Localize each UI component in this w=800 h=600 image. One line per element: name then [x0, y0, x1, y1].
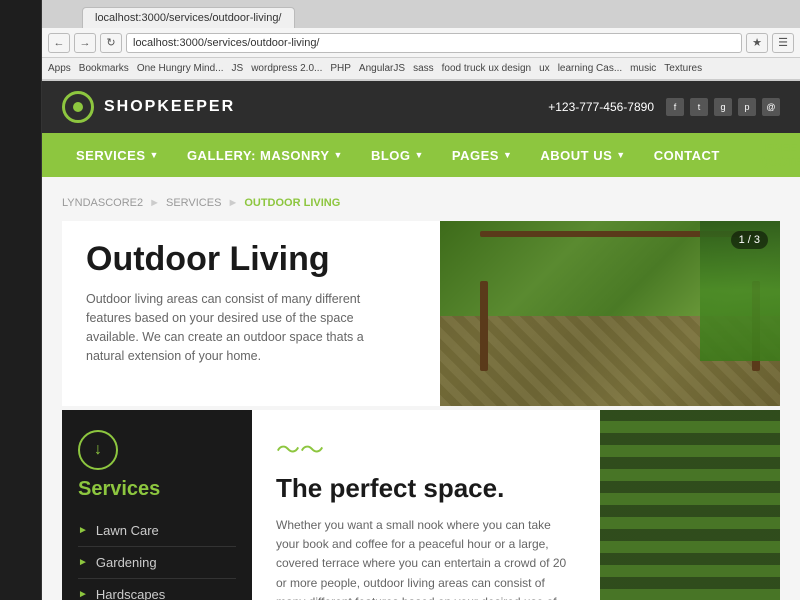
logo-text: SHOPKEEPER [104, 98, 235, 116]
services-sidebar-title: Services [78, 478, 236, 501]
pages-arrow: ▼ [503, 150, 512, 160]
bookmark-angular[interactable]: AngularJS [359, 63, 405, 74]
services-sidebar-icon: ↓ [78, 430, 118, 470]
hero-image: 1 / 3 [440, 221, 780, 406]
bookmark-apps[interactable]: Apps [48, 63, 71, 74]
wave-decoration: 〜〜 [276, 430, 576, 465]
free-quote-button[interactable]: FREE QUOTE [742, 133, 800, 177]
nav-pages[interactable]: PAGES▼ [438, 133, 526, 177]
hero-text-area: Outdoor Living Outdoor living areas can … [62, 221, 440, 406]
bookmark-textures[interactable]: Textures [664, 63, 702, 74]
breadcrumb-home[interactable]: LYNDASCORE2 [62, 197, 143, 209]
google-icon[interactable]: g [714, 98, 732, 116]
lawn-chevron: ► [78, 525, 88, 536]
nav-contact[interactable]: CONTACT [640, 133, 734, 177]
breadcrumb-current: OUTDOOR LIVING [244, 197, 340, 209]
address-bar[interactable] [126, 33, 742, 53]
bottom-section: ↓ Services ► Lawn Care ► Gardening ► Har… [62, 410, 780, 600]
nav-services[interactable]: SERVICES▼ [62, 133, 173, 177]
logo-inner-dot [73, 102, 83, 112]
website: SHOPKEEPER +123-777-456-7890 f t g p @ S… [42, 81, 800, 600]
site-navigation: SERVICES▼ GALLERY: MASONRY▼ BLOG▼ PAGES▼… [42, 133, 800, 177]
logo-area: SHOPKEEPER [62, 91, 235, 123]
bookmark-bookmarks[interactable]: Bookmarks [79, 63, 129, 74]
social-icons: f t g p @ [666, 98, 780, 116]
forward-button[interactable]: → [74, 33, 96, 53]
pergola-post-left [480, 281, 488, 371]
facebook-icon[interactable]: f [666, 98, 684, 116]
hardscapes-chevron: ► [78, 589, 88, 600]
services-sidebar: ↓ Services ► Lawn Care ► Gardening ► Har… [62, 410, 252, 600]
service-item-hardscapes[interactable]: ► Hardscapes [78, 579, 236, 600]
site-header: SHOPKEEPER +123-777-456-7890 f t g p @ [42, 81, 800, 133]
service-gardening-label: Gardening [96, 555, 157, 570]
breadcrumb: LYNDASCORE2 ► SERVICES ► OUTDOOR LIVING [62, 197, 780, 209]
bookmark-music[interactable]: music [630, 63, 656, 74]
twitter-icon[interactable]: t [690, 98, 708, 116]
service-lawn-label: Lawn Care [96, 523, 159, 538]
tab-label: localhost:3000/services/outdoor-living/ [95, 12, 282, 24]
gardening-chevron: ► [78, 557, 88, 568]
service-item-gardening[interactable]: ► Gardening [78, 547, 236, 579]
refresh-button[interactable]: ↻ [100, 33, 122, 53]
pinterest-icon[interactable]: p [738, 98, 756, 116]
page-title: Outdoor Living [86, 241, 416, 278]
main-content-area: 〜〜 The perfect space. Whether you want a… [252, 410, 600, 600]
browser-chrome: localhost:3000/services/outdoor-living/ … [42, 0, 800, 81]
bookmark-js[interactable]: JS [232, 63, 244, 74]
hero-image-overlay [440, 221, 780, 406]
back-button[interactable]: ← [48, 33, 70, 53]
breadcrumb-services[interactable]: SERVICES [166, 197, 221, 209]
breadcrumb-sep1: ► [149, 197, 160, 209]
service-item-lawn[interactable]: ► Lawn Care [78, 515, 236, 547]
bookmark-hungry[interactable]: One Hungry Mind... [137, 63, 224, 74]
active-tab[interactable]: localhost:3000/services/outdoor-living/ [82, 7, 295, 28]
right-image [600, 410, 780, 600]
bookmark-wp[interactable]: wordpress 2.0... [251, 63, 322, 74]
hero-description: Outdoor living areas can consist of many… [86, 290, 386, 365]
bookmarks-bar: Apps Bookmarks One Hungry Mind... JS wor… [42, 58, 800, 80]
email-icon[interactable]: @ [762, 98, 780, 116]
logo-icon [62, 91, 94, 123]
browser-tabs: localhost:3000/services/outdoor-living/ [42, 0, 800, 28]
services-arrow: ▼ [150, 150, 159, 160]
bookmark-ux[interactable]: ux [539, 63, 550, 74]
code-editor-sidebar [0, 0, 42, 600]
breadcrumb-sep2: ► [227, 197, 238, 209]
slide-counter: 1 / 3 [731, 231, 768, 249]
hero-section: Outdoor Living Outdoor living areas can … [62, 221, 780, 406]
header-right: +123-777-456-7890 f t g p @ [548, 98, 780, 116]
bookmark-php[interactable]: PHP [330, 63, 351, 74]
bookmark-sass[interactable]: sass [413, 63, 434, 74]
section-description: Whether you want a small nook where you … [276, 516, 576, 600]
blog-arrow: ▼ [415, 150, 424, 160]
browser-toolbar: ← → ↻ ★ ☰ [42, 28, 800, 58]
nav-gallery[interactable]: GALLERY: MASONRY▼ [173, 133, 357, 177]
about-arrow: ▼ [616, 150, 625, 160]
bookmark-learning[interactable]: learning Cas... [558, 63, 622, 74]
bookmark-foodtruck[interactable]: food truck ux design [442, 63, 532, 74]
bookmark-button[interactable]: ★ [746, 33, 768, 53]
right-image-visual [600, 410, 780, 600]
page-content: LYNDASCORE2 ► SERVICES ► OUTDOOR LIVING … [42, 177, 800, 600]
phone-number: +123-777-456-7890 [548, 100, 654, 114]
section-title: The perfect space. [276, 473, 576, 504]
nav-blog[interactable]: BLOG▼ [357, 133, 438, 177]
nav-about[interactable]: ABOUT US▼ [526, 133, 639, 177]
menu-button[interactable]: ☰ [772, 33, 794, 53]
gallery-arrow: ▼ [334, 150, 343, 160]
service-hardscapes-label: Hardscapes [96, 587, 165, 600]
